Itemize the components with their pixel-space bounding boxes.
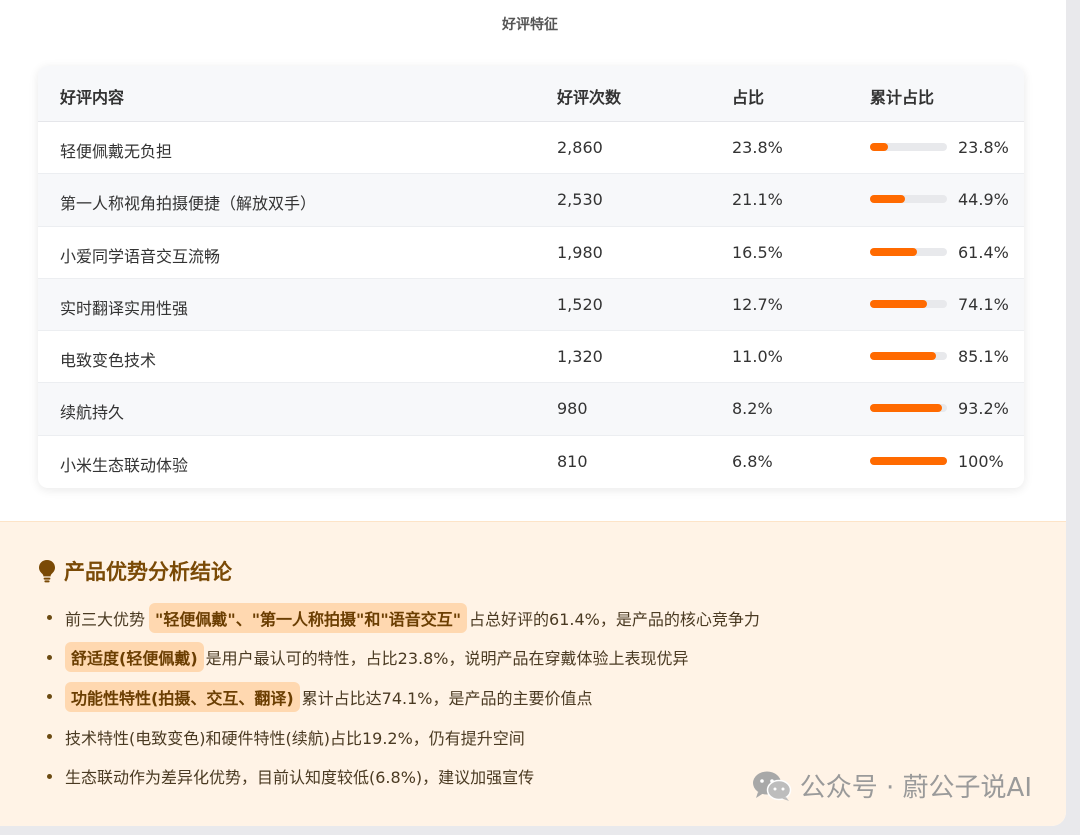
cell-cumulative: 44.9% [958, 190, 1009, 210]
cumulative-progress-fill [870, 352, 936, 361]
cell-count: 1,320 [557, 347, 603, 367]
cell-share: 12.7% [732, 294, 783, 314]
cell-share: 6.8% [732, 451, 773, 471]
cumulative-progress-fill [870, 143, 889, 151]
cumulative-progress-fill [870, 456, 947, 465]
bullet-dot [47, 615, 52, 621]
content-card: 好评特征 好评内容 好评次数 占比 累计占比 轻便佩戴无负担 2,860 23.8%… [0, 0, 1066, 826]
conclusion-point: 前三大优势 "轻便佩戴"、"第一人称拍摄"和"语音交互" 占总好评的61.4%，是产… [47, 598, 1027, 638]
cell-cumulative: 23.8% [958, 138, 1009, 157]
point-text: 是用户最认可的特性，占比23.8%，说明产品在穿戴体验上表现优异 [205, 649, 689, 669]
wechat-icon [752, 771, 791, 801]
cell-share: 8.2% [732, 399, 773, 419]
lightbulb-icon [39, 560, 55, 583]
table-row: 小爱同学语音交互流畅 1,980 16.5% 61.4% [38, 227, 1024, 279]
cell-content: 轻便佩戴无负担 [60, 142, 173, 161]
table-header: 好评内容 好评次数 占比 累计占比 [38, 66, 1024, 122]
cumulative-progress-bar [870, 143, 947, 151]
watermark-text: 公众号 · 蔚公子说AI [799, 773, 1032, 803]
point-text: 技术特性(电致变色)和硬件特性(续航)占比19.2%，仍有提升空间 [65, 728, 525, 748]
cell-content: 小爱同学语音交互流畅 [60, 246, 221, 266]
cell-count: 2,860 [557, 138, 603, 157]
point-text: 生态联动作为差异化优势，目前认知度较低(6.8%)，建议加强宣传 [65, 768, 535, 788]
cell-cumulative: 61.4% [958, 242, 1009, 262]
cell-count: 1,980 [557, 242, 603, 262]
section-caption: 好评特征 [502, 17, 558, 33]
header-share: 占比 [732, 88, 765, 107]
cell-share: 21.1% [732, 190, 783, 210]
cumulative-progress-fill [870, 195, 905, 204]
point-text: 前三大优势 [65, 609, 146, 629]
cumulative-progress-bar [870, 195, 947, 204]
header-content: 好评内容 [60, 88, 125, 107]
conclusion-heading: 产品优势分析结论 [38, 556, 232, 586]
watermark: 公众号 · 蔚公子说AI [752, 767, 1032, 804]
cumulative-progress-bar [870, 404, 947, 413]
cell-count: 2,530 [557, 190, 603, 210]
cell-content: 电致变色技术 [60, 351, 157, 371]
cell-share: 11.0% [732, 347, 783, 367]
bullet-dot [47, 773, 52, 779]
cumulative-progress-bar [870, 247, 947, 256]
header-cumulative: 累计占比 [870, 88, 935, 107]
cell-count: 810 [557, 451, 588, 471]
positive-review-table: 好评内容 好评次数 占比 累计占比 轻便佩戴无负担 2,860 23.8% 23.8%… [38, 66, 1024, 488]
cell-content: 第一人称视角拍摄便捷（解放双手） [60, 194, 317, 214]
cell-count: 1,520 [557, 294, 603, 314]
table-row: 轻便佩戴无负担 2,860 23.8% 23.8% [38, 122, 1024, 175]
table-row: 小米生态联动体验 810 6.8% 100% [38, 436, 1024, 488]
conclusion-point: 技术特性(电致变色)和硬件特性(续航)占比19.2%，仍有提升空间 [47, 717, 1027, 757]
table-body: 轻便佩戴无负担 2,860 23.8% 23.8% 第一人称视角拍摄便捷（解放双手） 2,… [38, 122, 1024, 488]
cumulative-progress-bar [870, 456, 947, 465]
cumulative-progress-fill [870, 404, 942, 413]
cumulative-progress-fill [870, 247, 918, 256]
cell-share: 23.8% [732, 138, 783, 157]
cell-content: 小米生态联动体验 [60, 455, 189, 475]
cell-content: 续航持久 [60, 403, 125, 423]
header-count: 好评次数 [557, 88, 622, 107]
point-text: 累计占比达74.1%，是产品的主要价值点 [301, 688, 593, 708]
table-row: 实时翻译实用性强 1,520 12.7% 74.1% [38, 278, 1024, 332]
cell-cumulative: 85.1% [958, 347, 1009, 367]
conclusion-point: 舒适度(轻便佩戴) 是用户最认可的特性，占比23.8%，说明产品在穿戴体验上表现优… [47, 638, 1027, 678]
point-text: 占总好评的61.4%，是产品的核心竞争力 [469, 609, 760, 629]
cell-content: 实时翻译实用性强 [60, 298, 189, 318]
conclusion-title: 产品优势分析结论 [64, 560, 232, 584]
cell-count: 980 [557, 399, 588, 419]
point-highlight: 舒适度(轻便佩戴) [65, 642, 204, 673]
cumulative-progress-bar [870, 299, 947, 308]
cell-cumulative: 74.1% [958, 294, 1009, 314]
cell-cumulative: 93.2% [958, 399, 1009, 419]
bullet-dot [47, 654, 52, 660]
point-highlight: 功能性特性(拍摄、交互、翻译) [65, 681, 300, 712]
cumulative-progress-bar [870, 352, 947, 361]
conclusion-point: 功能性特性(拍摄、交互、翻译) 累计占比达74.1%，是产品的主要价值点 [47, 677, 1027, 717]
point-highlight: "轻便佩戴"、"第一人称拍摄"和"语音交互" [149, 602, 468, 633]
table-row: 电致变色技术 1,320 11.0% 85.1% [38, 331, 1024, 384]
cumulative-progress-fill [870, 299, 928, 308]
table-row: 续航持久 980 8.2% 93.2% [38, 383, 1024, 436]
bullet-dot [47, 734, 52, 740]
table-row: 第一人称视角拍摄便捷（解放双手） 2,530 21.1% 44.9% [38, 174, 1024, 227]
bullet-dot [47, 694, 52, 700]
cell-share: 16.5% [732, 242, 783, 262]
cell-cumulative: 100% [958, 451, 1004, 471]
